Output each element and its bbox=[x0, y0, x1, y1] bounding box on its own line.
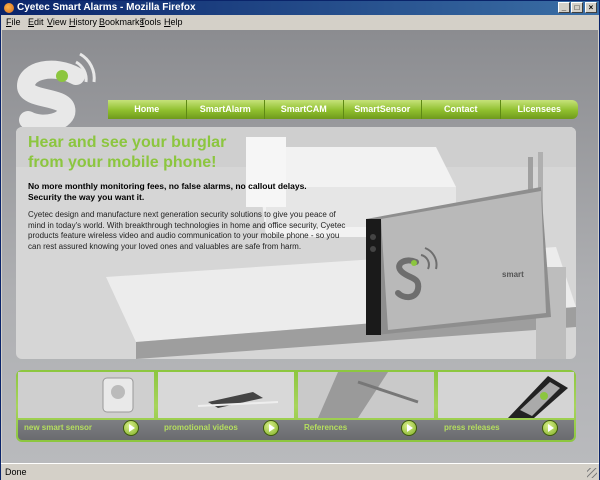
tile-image-references[interactable] bbox=[298, 372, 434, 418]
tile-label-press-releases[interactable]: press releases bbox=[444, 423, 500, 432]
menu-edit[interactable]: Edit bbox=[28, 15, 44, 29]
status-text: Done bbox=[5, 467, 27, 477]
headline-line-1: Hear and see your burglar bbox=[28, 134, 227, 151]
go-arrow-icon[interactable] bbox=[401, 420, 417, 436]
headline-line-2: from your mobile phone! bbox=[28, 154, 217, 171]
tile-label-promotional-videos[interactable]: promotional videos bbox=[164, 423, 238, 432]
go-arrow-icon[interactable] bbox=[123, 420, 139, 436]
nav-licensees[interactable]: Licensees bbox=[501, 100, 579, 119]
window-title: Cyetec Smart Alarms - Mozilla Firefox bbox=[17, 2, 196, 13]
menu-help[interactable]: Help bbox=[164, 15, 183, 29]
tile-image-new-smart-sensor[interactable] bbox=[18, 372, 154, 418]
status-bar: Done bbox=[1, 463, 599, 480]
go-arrow-icon[interactable] bbox=[263, 420, 279, 436]
device-label: smart bbox=[502, 270, 524, 279]
tile-label-references[interactable]: References bbox=[304, 423, 347, 432]
hero-banner: smart Hear and see your burglar from you… bbox=[16, 127, 576, 359]
nav-smartcam[interactable]: SmartCAM bbox=[265, 100, 344, 119]
hero-body-text: Cyetec design and manufacture next gener… bbox=[28, 210, 346, 251]
resize-grip-icon[interactable] bbox=[587, 468, 597, 478]
title-bar: Cyetec Smart Alarms - Mozilla Firefox _ … bbox=[1, 1, 599, 15]
nav-smartalarm[interactable]: SmartAlarm bbox=[187, 100, 265, 119]
hero-subhead: No more monthly monitoring fees, no fals… bbox=[28, 181, 348, 203]
subhead-line-1: No more monthly monitoring fees, no fals… bbox=[28, 181, 307, 191]
close-button[interactable]: × bbox=[585, 2, 597, 13]
maximize-button[interactable]: □ bbox=[571, 2, 583, 13]
tile-image-promotional-videos[interactable] bbox=[158, 372, 294, 418]
menu-file[interactable]: File bbox=[6, 15, 21, 29]
go-arrow-icon[interactable] bbox=[542, 420, 558, 436]
page-content: Home SmartAlarm SmartCAM SmartSensor Con… bbox=[2, 30, 598, 463]
subhead-line-2: Security the way you want it. bbox=[28, 192, 145, 202]
main-nav: Home SmartAlarm SmartCAM SmartSensor Con… bbox=[108, 100, 578, 119]
tile-label-new-smart-sensor[interactable]: new smart sensor bbox=[24, 423, 92, 432]
firefox-icon bbox=[4, 3, 14, 13]
tile-image-press-releases[interactable] bbox=[438, 372, 574, 418]
nav-smartsensor[interactable]: SmartSensor bbox=[344, 100, 422, 119]
menu-bookmarks[interactable]: Bookmarks bbox=[99, 15, 144, 29]
hero-headline: Hear and see your burglar from your mobi… bbox=[28, 133, 328, 173]
menu-view[interactable]: View bbox=[47, 15, 66, 29]
nav-home[interactable]: Home bbox=[108, 100, 187, 119]
menu-bar: File Edit View History Bookmarks Tools H… bbox=[1, 15, 599, 29]
browser-window: Cyetec Smart Alarms - Mozilla Firefox _ … bbox=[0, 0, 600, 480]
menu-history[interactable]: History bbox=[69, 15, 97, 29]
menu-tools[interactable]: Tools bbox=[140, 15, 161, 29]
nav-contact[interactable]: Contact bbox=[422, 100, 501, 119]
minimize-button[interactable]: _ bbox=[558, 2, 570, 13]
feature-tiles: new smart sensor promotional videos Refe… bbox=[16, 370, 576, 442]
